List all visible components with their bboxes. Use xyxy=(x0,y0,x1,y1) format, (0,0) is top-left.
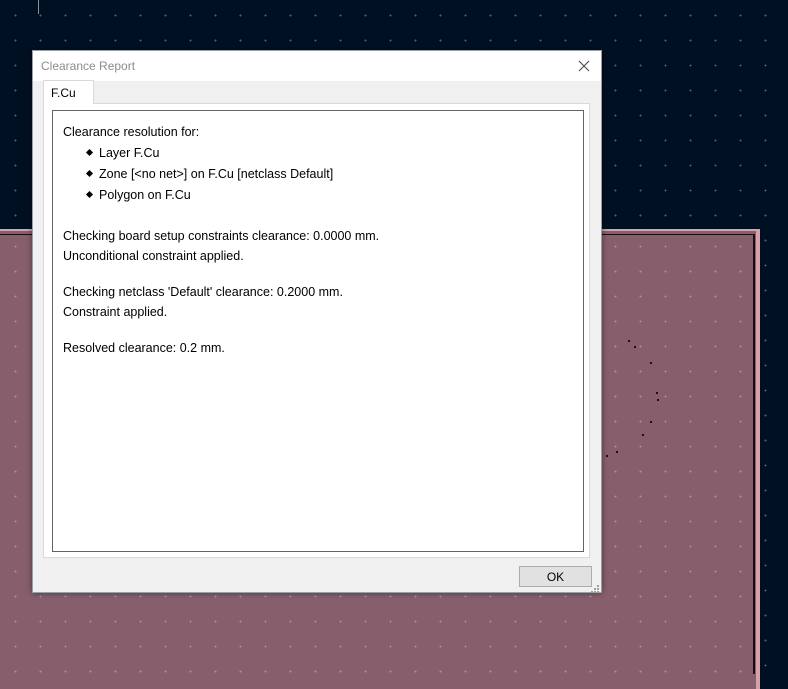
diamond-bullet-icon xyxy=(85,148,94,157)
zone-speck xyxy=(657,399,659,401)
item-label: Polygon on F.Cu xyxy=(99,188,191,202)
zone-speck xyxy=(634,346,636,348)
zone-speck xyxy=(628,340,630,342)
list-item: Zone [<no net>] on F.Cu [netclass Defaul… xyxy=(85,164,583,185)
item-label: Layer F.Cu xyxy=(99,146,160,160)
zone-speck xyxy=(650,421,652,423)
report-heading: Clearance resolution for: xyxy=(63,125,200,139)
list-item: Polygon on F.Cu xyxy=(85,185,583,206)
cursor-line xyxy=(38,0,39,14)
dialog-title: Clearance Report xyxy=(41,59,136,73)
board-check-line: Checking board setup constraints clearan… xyxy=(63,229,380,243)
clearance-report-dialog: Clearance Report F.Cu Clearance resoluti… xyxy=(32,50,602,593)
list-item: Layer F.Cu xyxy=(85,143,583,164)
netclass-result-line: Constraint applied. xyxy=(63,305,168,319)
board-result-line: Unconditional constraint applied. xyxy=(63,249,244,263)
zone-speck xyxy=(616,451,618,453)
zone-speck xyxy=(650,362,652,364)
resolved-line: Resolved clearance: 0.2 mm. xyxy=(63,341,225,355)
item-label: Zone [<no net>] on F.Cu [netclass Defaul… xyxy=(99,167,334,181)
tab-panel: Clearance resolution for: Layer F.Cu Zon… xyxy=(43,103,590,558)
dialog-titlebar[interactable]: Clearance Report xyxy=(33,51,601,81)
close-icon[interactable] xyxy=(573,55,595,77)
item-list: Layer F.Cu Zone [<no net>] on F.Cu [netc… xyxy=(63,143,583,206)
diamond-bullet-icon xyxy=(85,190,94,199)
report-text: Clearance resolution for: Layer F.Cu Zon… xyxy=(52,110,584,552)
zone-speck xyxy=(642,434,644,436)
netclass-check-line: Checking netclass 'Default' clearance: 0… xyxy=(63,285,343,299)
ok-button[interactable]: OK xyxy=(519,566,592,587)
zone-speck xyxy=(656,392,658,394)
tab-f-cu[interactable]: F.Cu xyxy=(43,80,94,104)
zone-speck xyxy=(606,455,608,457)
diamond-bullet-icon xyxy=(85,169,94,178)
resize-grip-icon[interactable] xyxy=(590,581,600,593)
